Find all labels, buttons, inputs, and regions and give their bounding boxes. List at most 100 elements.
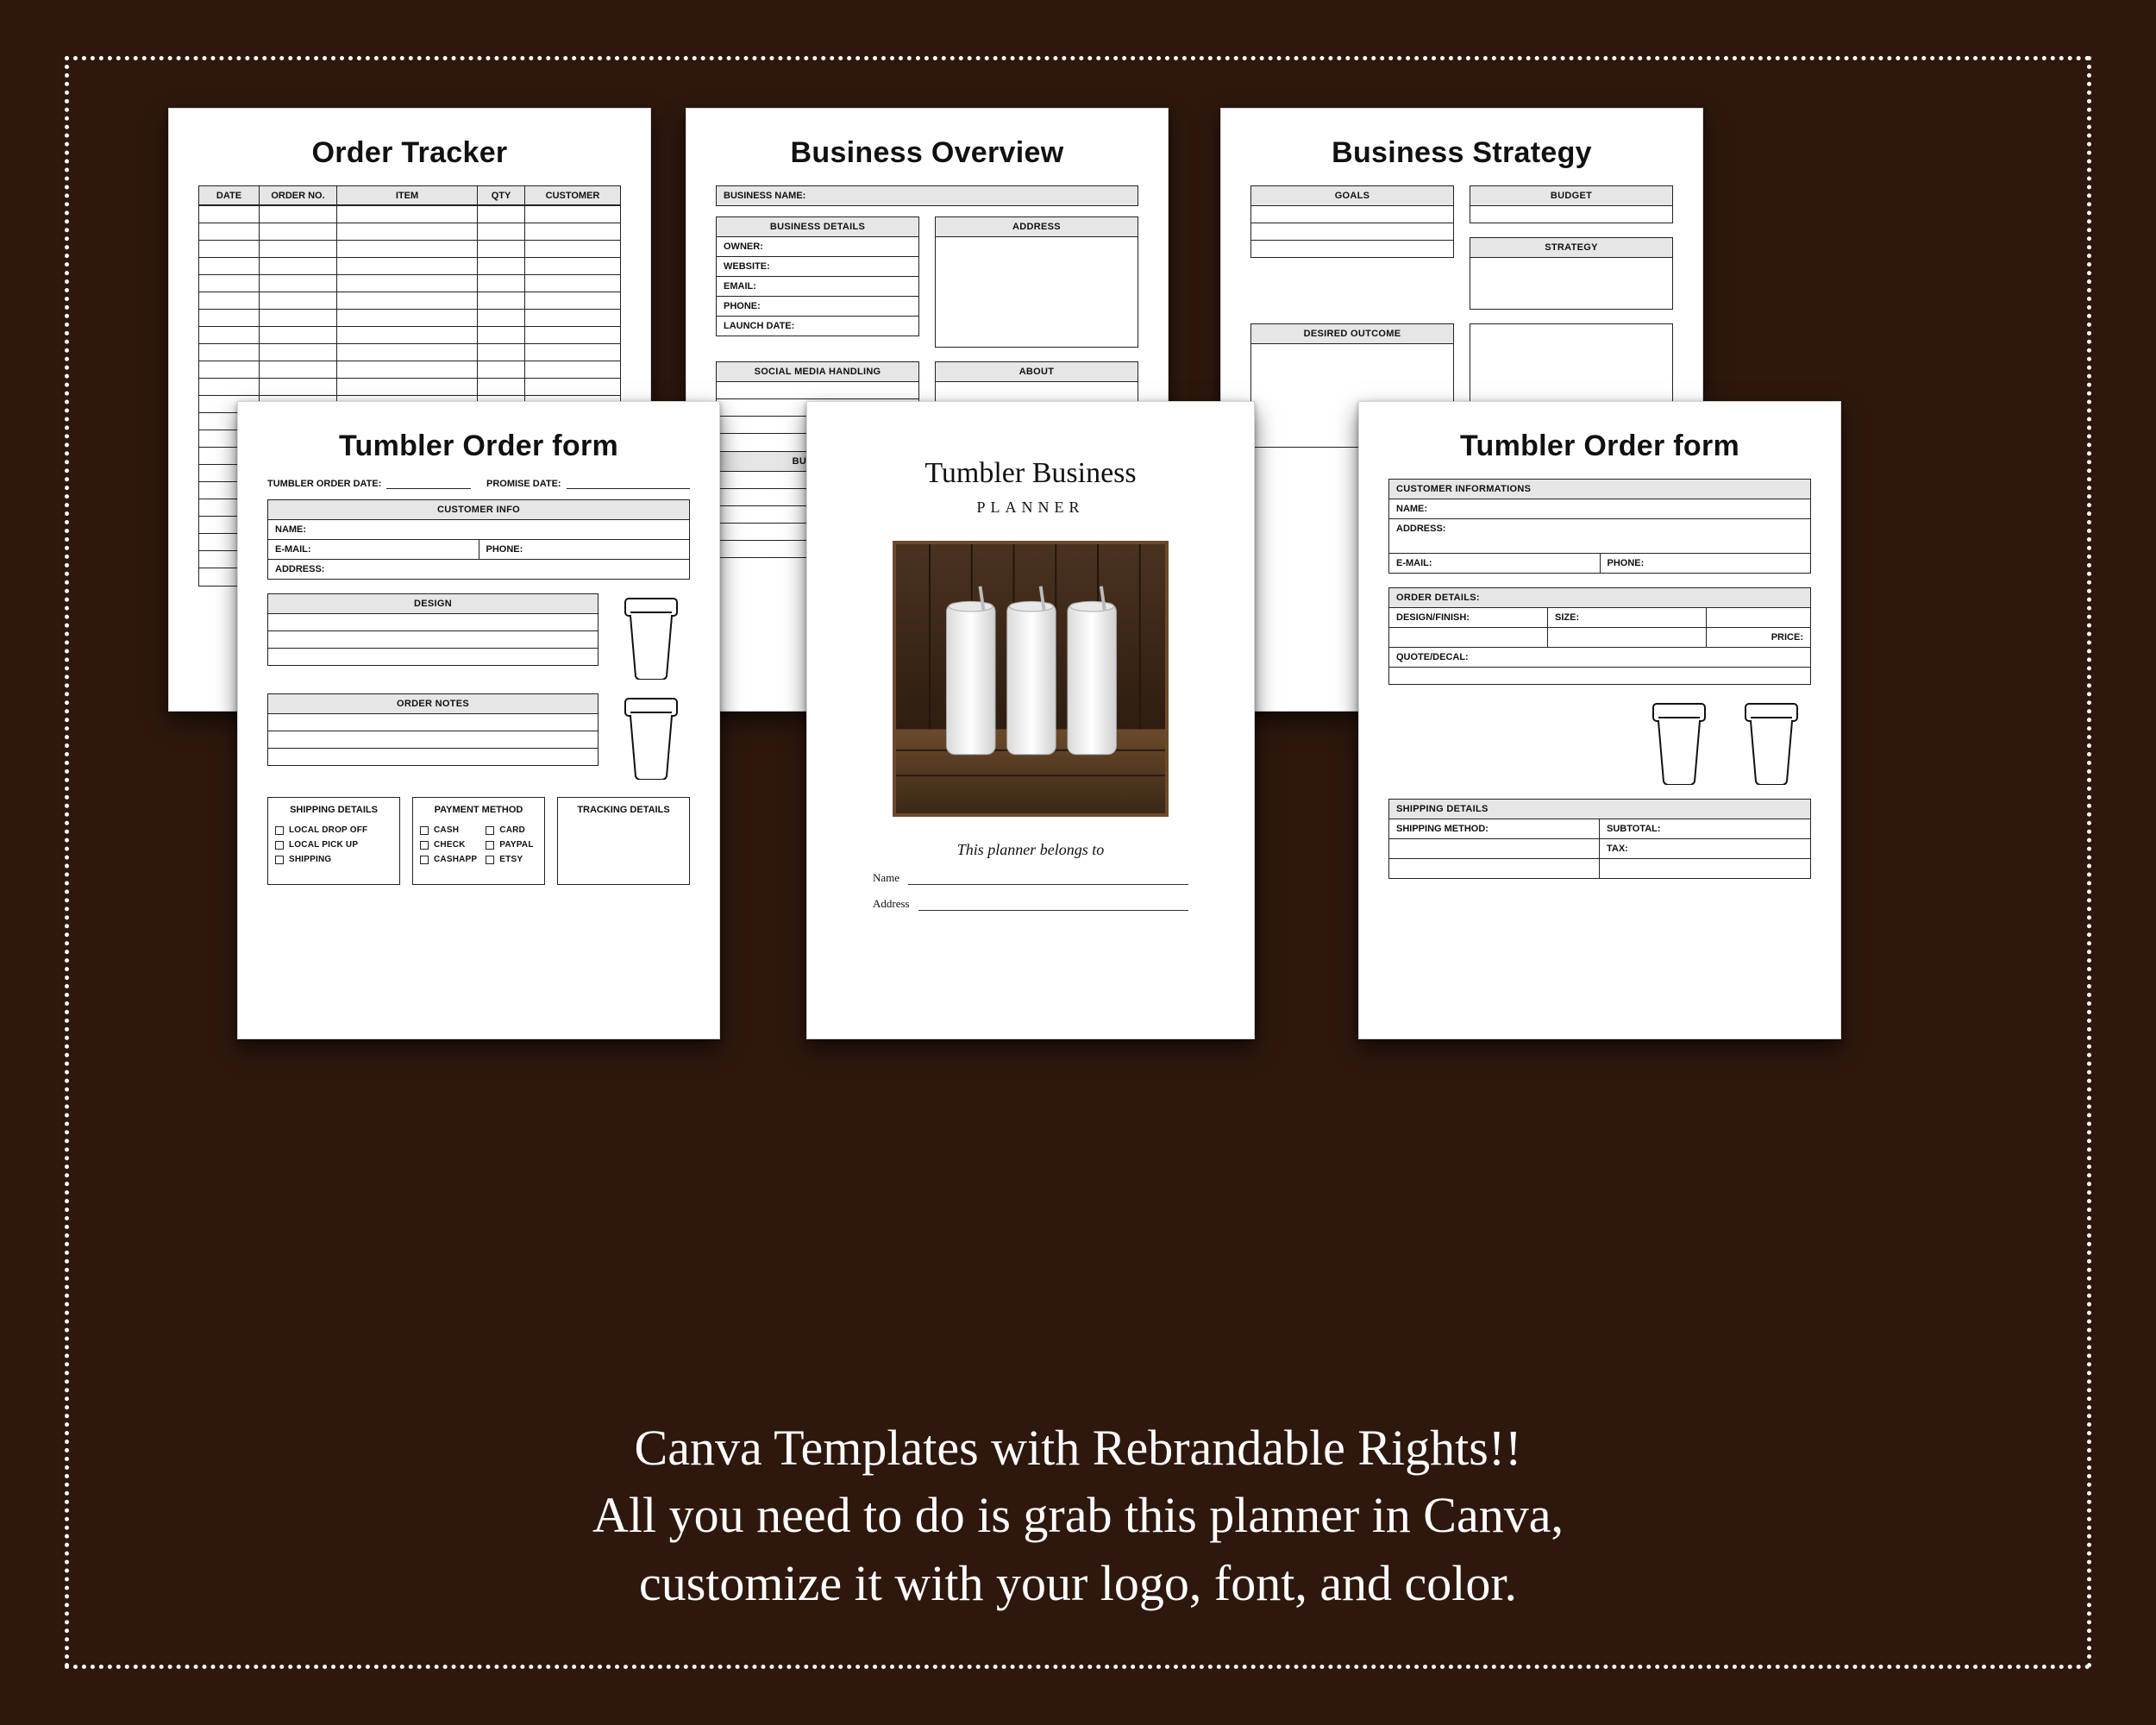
quote-decal-field: QUOTE/DECAL: (1388, 648, 1811, 668)
business-name-field: BUSINESS NAME: (716, 185, 1138, 206)
cup-icon (1740, 699, 1802, 785)
design-area: DESIGN (267, 593, 690, 680)
order-form-b-title: Tumbler Order form (1388, 430, 1811, 463)
payment-opt: CHECK (420, 840, 477, 850)
detail-website: WEBSITE: (716, 257, 919, 277)
cover-title: Tumbler Business (837, 457, 1225, 490)
tumblers-photo-icon (896, 544, 1165, 813)
promise-date-label: PROMISE DATE: (486, 479, 561, 489)
about-header: ABOUT (935, 361, 1138, 382)
shipping-details-header: SHIPPING DETAILS (275, 805, 392, 815)
desired-outcome-header: DESIRED OUTCOME (1250, 323, 1454, 344)
caption-line1: Canva Templates with Rebrandable Rights!… (65, 1414, 2091, 1482)
b-email-field: E-MAIL: (1388, 554, 1600, 574)
payment-opt: CASH (420, 825, 477, 835)
caption-line2: All you need to do is grab this planner … (65, 1482, 2091, 1549)
size-label: SIZE: (1548, 608, 1707, 627)
cover-address-label: Address (873, 897, 910, 911)
order-form-a-title: Tumbler Order form (267, 430, 690, 463)
col-date: DATE (199, 186, 260, 205)
caption-line3: customize it with your logo, font, and c… (65, 1550, 2091, 1617)
b-name-field: NAME: (1388, 499, 1811, 519)
notes-area: ORDER NOTES (267, 693, 690, 780)
b-order-details-row2: PRICE: (1388, 628, 1811, 648)
business-strategy-title: Business Strategy (1250, 136, 1673, 170)
page-cover: Tumbler Business PLANNER (806, 401, 1255, 1039)
design-row (267, 649, 599, 666)
budget-header: BUDGET (1470, 185, 1673, 206)
b-shipping-row3 (1388, 859, 1811, 879)
order-date-label: TUMBLER ORDER DATE: (267, 479, 381, 489)
subtotal-label: SUBTOTAL: (1600, 819, 1810, 838)
strategy-box (1470, 258, 1673, 310)
b-email-phone-row: E-MAIL: PHONE: (1388, 554, 1811, 574)
address-field: ADDRESS: (267, 560, 690, 580)
b-shipping-details-header: SHIPPING DETAILS (1388, 799, 1811, 819)
shipping-opt: SHIPPING (275, 855, 392, 864)
cover-name-label: Name (873, 871, 899, 885)
email-phone-row: E-MAIL: PHONE: (267, 540, 690, 560)
name-field: NAME: (267, 520, 690, 540)
order-form-a-dates: TUMBLER ORDER DATE: PROMISE DATE: (267, 479, 690, 489)
strategy-header: STRATEGY (1470, 237, 1673, 258)
design-row (267, 631, 599, 649)
goals-row (1250, 241, 1454, 258)
payment-opt: CASHAPP (420, 855, 477, 864)
strategy-top-grid: GOALS BUDGET STRATEGY (1250, 185, 1673, 310)
detail-launch: LAUNCH DATE: (716, 317, 919, 336)
cover-subtitle: PLANNER (837, 499, 1225, 517)
budget-row (1470, 206, 1673, 223)
col-order-no: ORDER NO. (260, 186, 337, 205)
shipping-method-label: SHIPPING METHOD: (1389, 819, 1600, 838)
b-order-details-row1: DESIGN/FINISH: SIZE: (1388, 608, 1811, 628)
customer-info-header: CUSTOMER INFO (267, 499, 690, 520)
goals-row (1250, 223, 1454, 241)
order-notes-header: ORDER NOTES (267, 693, 599, 714)
order-tracker-title: Order Tracker (198, 136, 621, 170)
cup-icon (620, 593, 682, 680)
tax-label: TAX: (1600, 839, 1810, 858)
payment-method-header: PAYMENT METHOD (420, 805, 537, 815)
col-item: ITEM (337, 186, 478, 205)
b-address-field: ADDRESS: (1388, 519, 1811, 554)
design-row (267, 614, 599, 631)
business-details-header: BUSINESS DETAILS (716, 216, 919, 237)
cover-fields: Name Address (873, 871, 1188, 911)
b-cups-area (1388, 699, 1811, 785)
business-overview-title: Business Overview (716, 136, 1138, 170)
page-order-form-a: Tumbler Order form TUMBLER ORDER DATE: P… (237, 401, 720, 1039)
col-customer: CUSTOMER (525, 186, 620, 205)
cover-photo-frame (893, 541, 1169, 817)
order-details-header: ORDER DETAILS: (1388, 587, 1811, 608)
page-order-form-b: Tumbler Order form CUSTOMER INFORMATIONS… (1358, 401, 1841, 1039)
address-box (935, 237, 1138, 348)
phone-field: PHONE: (479, 540, 691, 560)
cover-belongs: This planner belongs to (837, 841, 1225, 859)
detail-email: EMAIL: (716, 277, 919, 297)
stage: Order Tracker DATE ORDER NO. ITEM QTY CU… (65, 56, 2091, 1669)
address-header: ADDRESS (935, 216, 1138, 237)
goals-row (1250, 206, 1454, 223)
detail-phone: PHONE: (716, 297, 919, 317)
tracking-details-header: TRACKING DETAILS (565, 805, 682, 815)
notes-row (267, 749, 599, 766)
shipping-opt: LOCAL DROP OFF (275, 825, 392, 835)
notes-row (267, 731, 599, 749)
social-row (716, 382, 919, 399)
shipping-opt: LOCAL PICK UP (275, 840, 392, 850)
detail-owner: OWNER: (716, 237, 919, 257)
b-order-details-blank (1388, 668, 1811, 685)
b-shipping-row2: TAX: (1388, 839, 1811, 859)
marketing-caption: Canva Templates with Rebrandable Rights!… (65, 1414, 2091, 1617)
goals-header: GOALS (1250, 185, 1454, 206)
details-triptych: SHIPPING DETAILS LOCAL DROP OFF LOCAL PI… (267, 797, 690, 885)
email-field: E-MAIL: (267, 540, 479, 560)
b-shipping-row1: SHIPPING METHOD: SUBTOTAL: (1388, 819, 1811, 839)
payment-opt: PAYPAL (486, 840, 537, 850)
customer-informations-header: CUSTOMER INFORMATIONS (1388, 479, 1811, 499)
social-header: SOCIAL MEDIA HANDLING (716, 361, 919, 382)
overview-top-grid: BUSINESS DETAILS OWNER: WEBSITE: EMAIL: … (716, 216, 1138, 348)
cup-icon (620, 693, 682, 780)
payment-opt: ETSY (486, 855, 537, 864)
notes-row (267, 714, 599, 731)
